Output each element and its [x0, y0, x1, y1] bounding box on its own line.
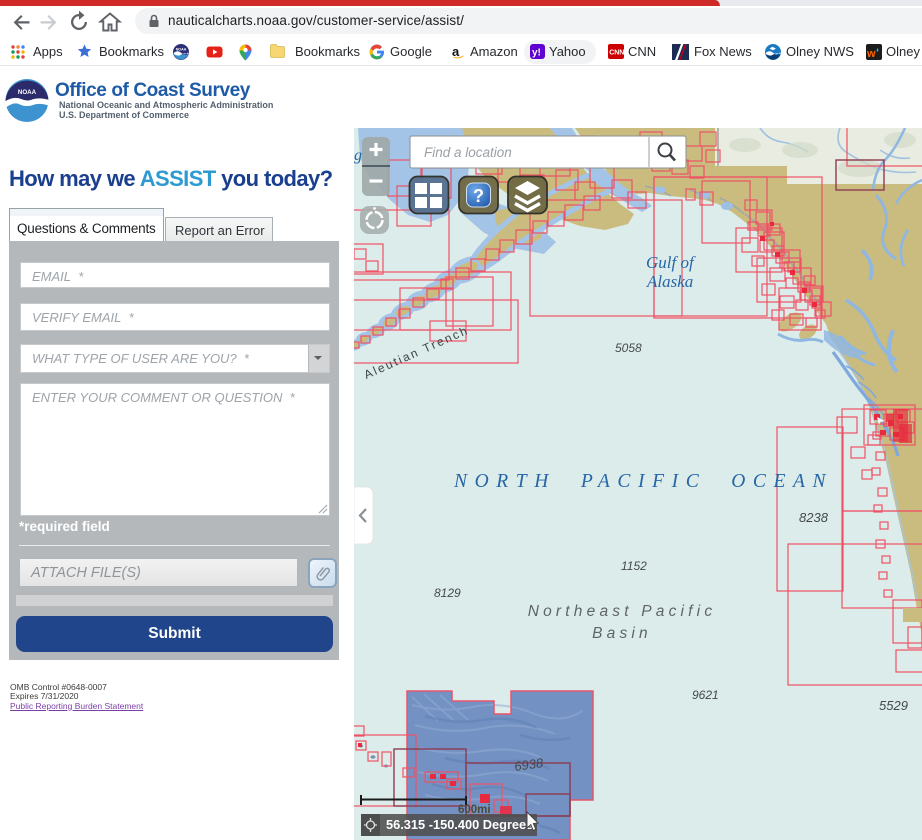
- svg-text:Gulf of: Gulf of: [646, 253, 696, 272]
- svg-text:Alaska: Alaska: [646, 272, 693, 291]
- svg-text:Basin: Basin: [592, 625, 652, 642]
- svg-text:5529: 5529: [879, 698, 908, 713]
- svg-text:Find a location: Find a location: [424, 145, 512, 160]
- svg-text:5058: 5058: [615, 341, 642, 355]
- svg-text:NORTH PACIFIC OCEAN: NORTH PACIFIC OCEAN: [453, 471, 833, 492]
- svg-text:y!: y!: [532, 48, 541, 59]
- svg-text:NOAA: NOAA: [176, 47, 187, 51]
- svg-text:CNN: CNN: [609, 50, 624, 57]
- svg-text:9621: 9621: [692, 688, 719, 702]
- svg-text:Northeast Pacific: Northeast Pacific: [528, 603, 717, 620]
- svg-text:1152: 1152: [621, 559, 647, 573]
- svg-text:NOAA: NOAA: [18, 89, 37, 96]
- svg-text:?: ?: [473, 186, 484, 206]
- svg-text:8129: 8129: [434, 586, 461, 600]
- svg-text:w: w: [866, 48, 876, 60]
- svg-text:56.315 -150.400 Degrees: 56.315 -150.400 Degrees: [386, 817, 533, 832]
- svg-text:8238: 8238: [799, 510, 829, 525]
- svg-text:g: g: [354, 147, 362, 164]
